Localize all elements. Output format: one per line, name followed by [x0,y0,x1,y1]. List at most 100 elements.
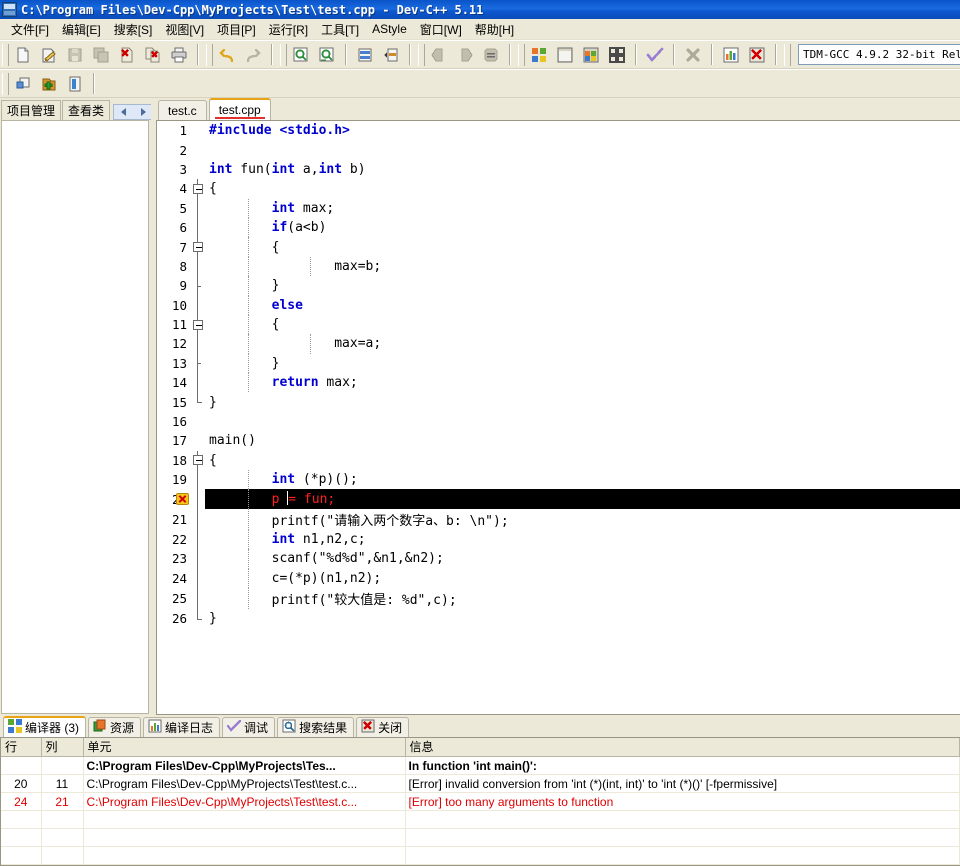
find-replace-icon[interactable] [315,43,339,67]
editor-tab-test-c[interactable]: test.c [158,100,207,120]
fold-gutter[interactable] [191,121,205,141]
menu-astyle[interactable]: AStyle [366,20,414,38]
fold-gutter[interactable] [191,549,205,569]
add-to-project-icon[interactable] [37,72,61,96]
menu-run[interactable]: 运行[R] [263,19,315,40]
tab-class-browser[interactable]: 查看类 [62,100,111,120]
tab-project-manager[interactable]: 项目管理 [1,100,62,120]
table-row[interactable] [1,846,960,865]
close-all-icon[interactable] [141,43,165,67]
code-text[interactable]: int fun(int a,int b) [205,160,960,179]
tab-compile-log[interactable]: 编译日志 [143,716,221,737]
tab-resources[interactable]: 资源 [88,716,142,737]
code-line[interactable]: 5 int max; [157,198,960,218]
fold-gutter[interactable] [191,353,205,374]
toolbar-grip[interactable] [418,43,425,66]
code-line[interactable]: 25 printf("较大值是: %d",c); [157,587,960,609]
code-line[interactable]: 14 return max; [157,373,960,393]
code-line[interactable]: 23 scanf("%d%d",&n1,&n2); [157,549,960,569]
table-row[interactable]: 20 11 C:\Program Files\Dev-Cpp\MyProjects\… [1,774,960,793]
table-row[interactable] [1,828,960,847]
undo-icon[interactable] [215,43,239,67]
rebuild-all-icon[interactable] [605,43,629,67]
code-text[interactable]: main() [205,431,960,450]
code-text[interactable]: int (*p)(); [205,470,960,490]
editor-tab-test-cpp[interactable]: test.cpp [208,98,271,120]
code-text[interactable]: int max; [205,198,960,218]
code-text[interactable]: printf("请输入两个数字a、b: \n"); [205,508,960,530]
fold-gutter[interactable] [191,470,205,490]
code-text[interactable]: c=(*p)(n1,n2); [205,568,960,588]
fold-gutter[interactable] [191,237,205,257]
fold-gutter[interactable] [191,140,205,160]
code-text[interactable]: { [205,237,960,257]
code-line[interactable]: 21 printf("请输入两个数字a、b: \n"); [157,508,960,530]
tab-scroll-nav[interactable] [113,104,155,120]
fold-gutter[interactable] [191,217,205,238]
compile-icon[interactable] [527,43,551,67]
code-line[interactable]: 19 int (*p)(); [157,470,960,490]
code-line[interactable]: 24 c=(*p)(n1,n2); [157,568,960,588]
step-back-icon[interactable] [427,43,451,67]
insert-icon[interactable] [479,43,503,67]
fold-gutter[interactable] [191,198,205,218]
toolbar-grip[interactable] [518,43,525,66]
code-line[interactable]: 1 #include <stdio.h> [157,121,960,141]
code-line[interactable]: 7 { [157,237,960,257]
delete-profile-icon[interactable] [745,43,769,67]
compile-run-icon[interactable] [579,43,603,67]
menu-tools[interactable]: 工具[T] [315,19,366,40]
profile-icon[interactable] [719,43,743,67]
fold-gutter[interactable] [191,334,205,354]
code-line[interactable]: 8 max=b; [157,256,960,277]
fold-gutter[interactable] [191,529,205,550]
fold-collapse-icon[interactable] [193,183,203,194]
chevron-left-icon[interactable] [121,108,127,116]
menu-window[interactable]: 窗口[W] [414,19,469,40]
code-text[interactable]: scanf("%d%d",&n1,&n2); [205,549,960,569]
code-text[interactable]: } [205,392,960,411]
code-line[interactable]: 9 } [157,276,960,296]
code-text[interactable]: max=b; [205,256,960,277]
fold-gutter[interactable] [191,314,205,335]
tab-debug[interactable]: 调试 [222,716,276,737]
menu-edit[interactable]: 编辑[E] [56,19,108,40]
remove-from-project-icon[interactable] [63,72,87,96]
new-file-icon[interactable] [11,43,35,67]
menu-search[interactable]: 搜索[S] [108,19,160,40]
code-text[interactable]: } [205,276,960,296]
fold-gutter[interactable] [191,276,205,296]
goto-line-icon[interactable] [353,43,377,67]
tab-find-results[interactable]: 搜索结果 [277,716,355,737]
redo-icon[interactable] [241,43,265,67]
code-text[interactable]: { [205,314,960,335]
table-row[interactable]: 24 21 C:\Program Files\Dev-Cpp\MyProjects\… [1,792,960,811]
print-icon[interactable] [167,43,191,67]
code-line[interactable]: 16 [157,411,960,432]
code-text[interactable]: return max; [205,373,960,393]
new-project-icon[interactable] [11,72,35,96]
close-file-icon[interactable] [115,43,139,67]
code-line[interactable]: 13 } [157,353,960,374]
compiler-select[interactable]: TDM-GCC 4.9.2 32-bit Release [798,44,960,65]
code-editor[interactable]: 1 #include <stdio.h> 2 3 int fun(int a,int … [156,120,960,715]
fold-gutter[interactable] [191,489,205,509]
code-line[interactable]: 15} [157,392,960,412]
code-text[interactable]: } [205,609,960,628]
fold-collapse-icon[interactable] [193,319,203,330]
fold-collapse-icon[interactable] [193,455,203,466]
menu-view[interactable]: 视图[V] [159,19,211,40]
fold-gutter[interactable] [191,256,205,277]
code-line[interactable]: 20 p = fun; [157,489,960,509]
code-text[interactable]: if(a<b) [205,217,960,238]
code-line[interactable]: 4{ [157,179,960,199]
code-text[interactable]: } [205,353,960,374]
fold-gutter[interactable] [191,411,205,432]
col-header-unit[interactable]: 单元 [83,737,406,757]
code-text[interactable]: printf("较大值是: %d",c); [205,587,960,609]
code-text[interactable] [205,412,960,431]
code-text[interactable]: { [205,451,960,470]
save-all-icon[interactable] [89,43,113,67]
code-line[interactable]: 6 if(a<b) [157,217,960,238]
code-line[interactable]: 12 max=a; [157,334,960,354]
